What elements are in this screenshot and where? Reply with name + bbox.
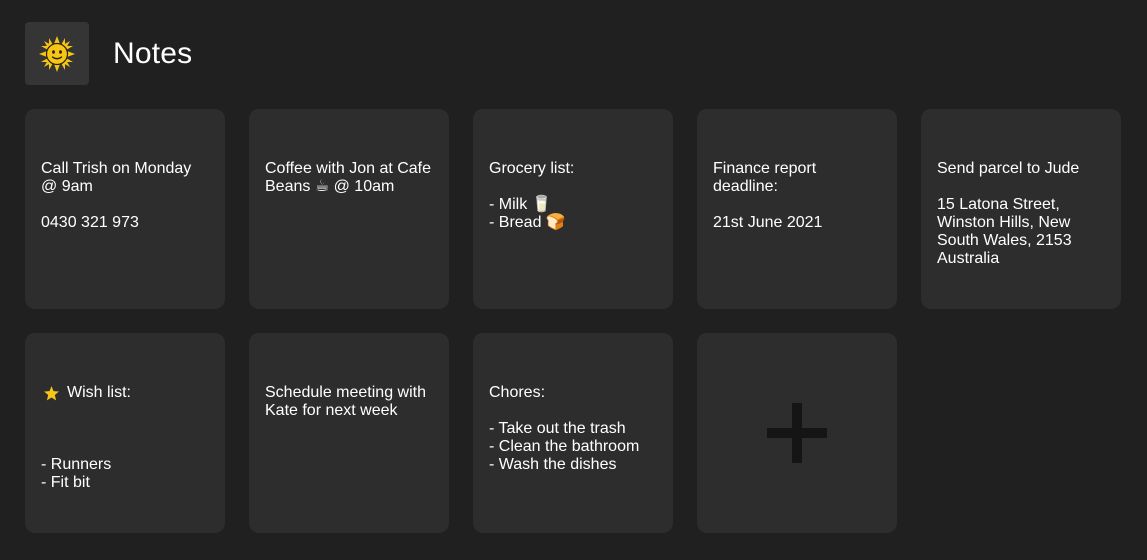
sun-icon: [39, 35, 75, 72]
note-text: Send parcel to Jude 15 Latona Street, Wi…: [937, 160, 1080, 267]
header: Notes: [25, 22, 192, 85]
note-card[interactable]: Schedule meeting with Kate for next week: [249, 333, 449, 533]
note-text: Finance report deadline: 21st June 2021: [713, 160, 823, 231]
note-title: Wish list:: [67, 384, 131, 401]
add-note-button[interactable]: [697, 333, 897, 533]
star-icon: [44, 385, 59, 400]
note-text: Call Trish on Monday @ 9am 0430 321 973: [41, 160, 192, 231]
page-title: Notes: [113, 36, 193, 70]
note-card[interactable]: Chores: - Take out the trash - Clean the…: [473, 333, 673, 533]
note-card[interactable]: Coffee with Jon at Cafe Beans ☕ @ 10am: [249, 109, 449, 309]
note-text: Chores: - Take out the trash - Clean the…: [489, 384, 640, 473]
note-card[interactable]: Send parcel to Jude 15 Latona Street, Wi…: [921, 109, 1121, 309]
note-text: - Runners - Fit bit: [41, 456, 112, 491]
note-card[interactable]: Finance report deadline: 21st June 2021: [697, 109, 897, 309]
notes-app: Notes Call Trish on Monday @ 9am 0430 32…: [0, 0, 1147, 560]
note-card[interactable]: Wish list: - Runners - Fit bit: [25, 333, 225, 533]
note-text: Grocery list: - Milk 🥛 - Bread 🍞: [489, 160, 575, 231]
note-text: Schedule meeting with Kate for next week: [265, 384, 431, 419]
app-logo: [25, 22, 89, 85]
note-title-line: Wish list:: [41, 384, 211, 402]
note-card[interactable]: Grocery list: - Milk 🥛 - Bread 🍞: [473, 109, 673, 309]
plus-icon: [767, 403, 827, 463]
note-text: Coffee with Jon at Cafe Beans ☕ @ 10am: [265, 160, 436, 195]
note-card[interactable]: Call Trish on Monday @ 9am 0430 321 973: [25, 109, 225, 309]
